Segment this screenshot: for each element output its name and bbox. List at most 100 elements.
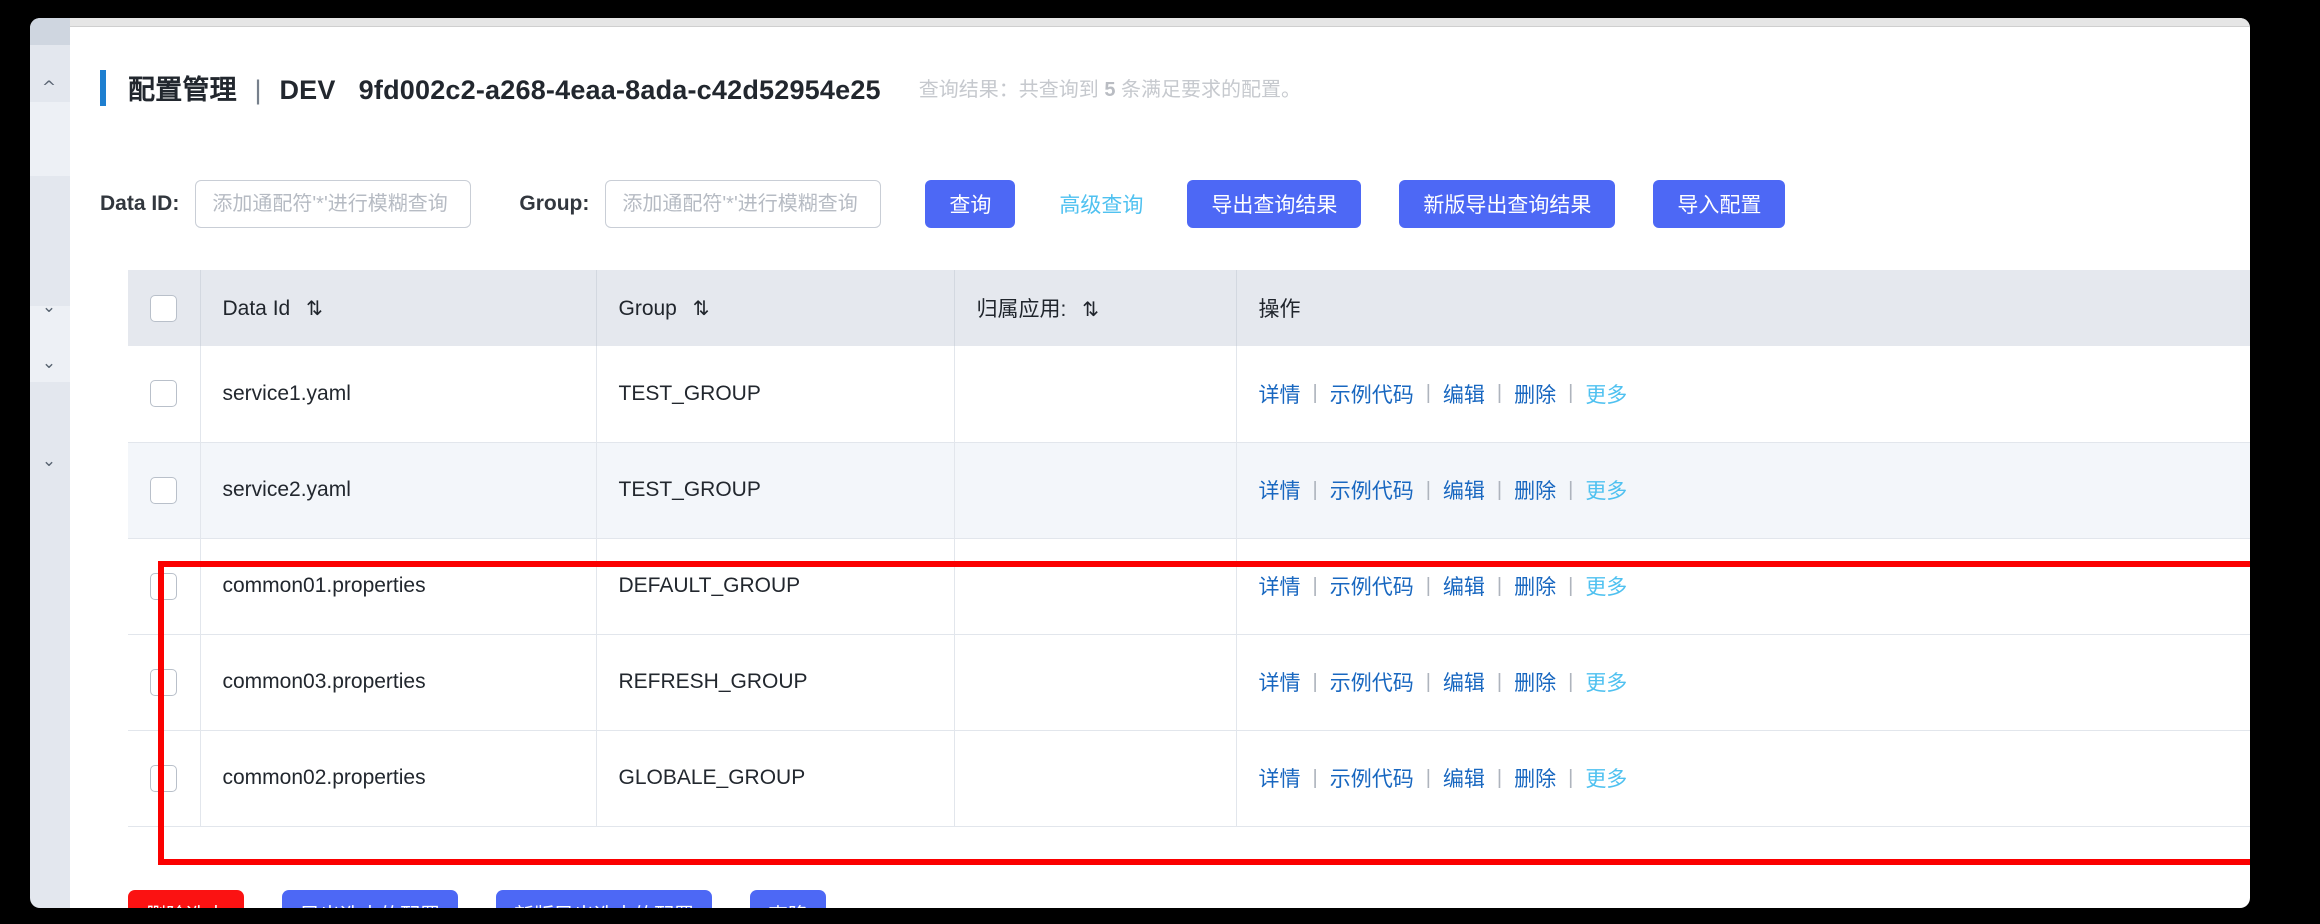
main-content-card: 配置管理 | DEV 9fd002c2-a268-4eaa-8ada-c42d5… [70,18,2250,908]
cell-operations: 详情 | 示例代码 | 编辑 | 删除 | 更多 [1236,634,2250,731]
row-select-cell [128,346,201,443]
cell-data-id: common03.properties [200,634,597,731]
row-checkbox[interactable] [150,380,178,408]
advanced-query-link[interactable]: 高级查询 [1059,189,1143,219]
cell-app [954,346,1237,443]
import-config-button[interactable]: 导入配置 [1653,180,1786,228]
column-header-app-label: 归属应用: [976,298,1067,321]
row-action-links: 详情 | 示例代码 | 编辑 | 删除 | 更多 [1259,571,2251,601]
query-result-suffix: 条满足要求的配置。 [1121,79,1302,101]
action-edit-link[interactable]: 编辑 [1443,379,1485,409]
filter-bar: Data ID: Group: 查询 高级查询 导出查询结果 新版导出查询结果 … [100,176,2230,232]
action-edit-link[interactable]: 编辑 [1443,571,1485,601]
action-delete-link[interactable]: 删除 [1514,379,1556,409]
action-divider: | [1425,382,1431,405]
export-selected-button[interactable]: 导出选中的配置 [282,890,458,908]
action-divider: | [1425,574,1431,597]
action-delete-link[interactable]: 删除 [1514,571,1556,601]
clone-button[interactable]: 克隆 [750,890,826,908]
action-sample-code-link[interactable]: 示例代码 [1330,379,1414,409]
column-header-operation-label: 操作 [1258,298,1301,321]
page-title: 配置管理 | DEV 9fd002c2-a268-4eaa-8ada-c42d5… [128,68,881,107]
action-delete-link[interactable]: 删除 [1514,667,1556,697]
sort-icon-group[interactable]: ⇅ [693,296,710,320]
action-divider: | [1425,670,1431,693]
select-all-header [128,270,201,346]
accent-bar [100,69,106,106]
action-sample-code-link[interactable]: 示例代码 [1330,571,1414,601]
sort-icon-data-id[interactable]: ⇅ [306,296,323,320]
action-divider: | [1496,382,1503,405]
row-checkbox[interactable] [150,764,178,792]
action-delete-link[interactable]: 删除 [1514,763,1556,793]
table-row: common01.properties DEFAULT_GROUP 详情 | 示例代码 |… [128,538,2251,635]
chevron-down-icon-3[interactable]: ⌄ [39,453,59,470]
chevron-up-icon[interactable]: ^ [39,80,59,97]
dataid-search-input[interactable] [195,180,472,228]
action-sample-code-link[interactable]: 示例代码 [1330,763,1414,793]
cell-group: GLOBALE_GROUP [596,730,955,827]
query-result-summary: 查询结果：共查询到 5 条满足要求的配置。 [919,73,1301,102]
action-more-link[interactable]: 更多 [1585,763,1627,793]
cell-app [954,538,1237,635]
bottom-action-bar: 删除选中 导出选中的配置 新版导出选中的配置 克隆 [128,890,2250,908]
column-header-group[interactable]: Group ⇅ [596,270,955,346]
table-row: service2.yaml TEST_GROUP 详情 | 示例代码 | 编辑 | 删除 | 更多 [128,442,2251,539]
table-head: Data Id ⇅ Group ⇅ 归属应用: ⇅ 操作 [128,270,2250,346]
action-delete-link[interactable]: 删除 [1514,475,1556,505]
action-edit-link[interactable]: 编辑 [1443,475,1485,505]
action-more-link[interactable]: 更多 [1585,571,1627,601]
column-header-data-id[interactable]: Data Id ⇅ [200,270,597,346]
delete-selected-button[interactable]: 删除选中 [128,890,244,908]
action-detail-link[interactable]: 详情 [1259,475,1301,505]
select-all-checkbox[interactable] [150,294,178,322]
sidebar-rail: ^ ⌄ ⌄ ⌄ [30,18,70,908]
row-checkbox[interactable] [150,668,178,696]
page-header: 配置管理 | DEV 9fd002c2-a268-4eaa-8ada-c42d5… [100,68,1301,107]
action-edit-link[interactable]: 编辑 [1443,763,1485,793]
row-checkbox[interactable] [150,572,178,600]
row-checkbox[interactable] [150,476,178,504]
cell-app [954,634,1237,731]
action-sample-code-link[interactable]: 示例代码 [1330,475,1414,505]
app-screenshot: ^ ⌄ ⌄ ⌄ 配置管理 | DEV 9fd002c2-a268-4eaa-8a… [0,0,2320,924]
cell-group: TEST_GROUP [596,442,955,539]
action-divider: | [1425,766,1431,789]
chevron-down-icon-2[interactable]: ⌄ [39,355,59,372]
action-divider: | [1496,766,1503,789]
action-detail-link[interactable]: 详情 [1259,571,1301,601]
cell-group: REFRESH_GROUP [596,634,955,731]
sort-icon-app[interactable]: ⇅ [1082,297,1099,321]
action-sample-code-link[interactable]: 示例代码 [1330,667,1414,697]
title-separator: | [254,75,262,105]
search-button[interactable]: 查询 [925,180,1016,228]
action-divider: | [1568,766,1574,789]
export-results-new-button[interactable]: 新版导出查询结果 [1399,180,1616,228]
cell-operations: 详情 | 示例代码 | 编辑 | 删除 | 更多 [1236,538,2251,635]
row-select-cell [128,730,201,827]
action-edit-link[interactable]: 编辑 [1443,667,1485,697]
table-header-row: Data Id ⇅ Group ⇅ 归属应用: ⇅ 操作 [128,270,2250,346]
column-header-operation: 操作 [1236,270,2250,346]
action-detail-link[interactable]: 详情 [1259,667,1301,697]
sidebar-rail-top-segment [30,18,70,45]
action-detail-link[interactable]: 详情 [1259,379,1301,409]
export-results-button[interactable]: 导出查询结果 [1187,180,1362,228]
chevron-down-icon-1[interactable]: ⌄ [39,299,59,316]
column-header-group-label: Group [618,296,677,320]
action-divider: | [1496,574,1503,597]
export-selected-new-button[interactable]: 新版导出选中的配置 [496,890,712,908]
config-table: Data Id ⇅ Group ⇅ 归属应用: ⇅ 操作 service1.ya… [128,270,2250,827]
query-result-prefix: 查询结果：共查询到 [918,79,1099,101]
action-divider: | [1496,670,1503,693]
column-header-app[interactable]: 归属应用: ⇅ [954,270,1237,346]
cell-operations: 详情 | 示例代码 | 编辑 | 删除 | 更多 [1236,730,2250,827]
table-row: common03.properties REFRESH_GROUP 详情 | 示例代码 |… [128,634,2250,731]
action-detail-link[interactable]: 详情 [1259,763,1301,793]
action-more-link[interactable]: 更多 [1585,379,1627,409]
action-more-link[interactable]: 更多 [1585,475,1627,505]
action-divider: | [1568,574,1574,597]
row-action-links: 详情 | 示例代码 | 编辑 | 删除 | 更多 [1259,475,2251,505]
group-search-input[interactable] [605,180,882,228]
action-more-link[interactable]: 更多 [1585,667,1627,697]
